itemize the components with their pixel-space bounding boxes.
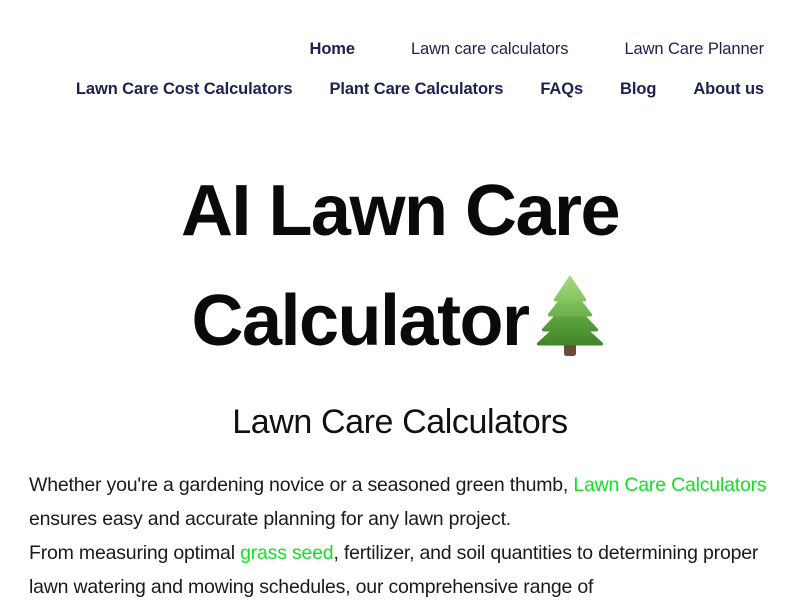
nav-row-secondary: Lawn Care Cost Calculators Plant Care Ca…	[0, 74, 800, 104]
intro-paragraph: Whether you're a gardening novice or a s…	[29, 468, 770, 536]
nav-item-lawn-care-cost-calculators[interactable]: Lawn Care Cost Calculators	[76, 81, 293, 98]
nav-item-plant-care-calculators[interactable]: Plant Care Calculators	[329, 81, 503, 98]
intro-text-segment-2: ensures easy and accurate planning for a…	[29, 508, 512, 530]
intro-text-segment-3: From measuring optimal	[29, 542, 241, 564]
page-title-line-2: Calculator	[191, 281, 530, 361]
intro-paragraph-2: From measuring optimal grass seed, ferti…	[29, 536, 770, 600]
main-navigation: Home Lawn care calculators Lawn Care Pla…	[0, 0, 800, 104]
page-title: AI Lawn Care Calculator	[0, 156, 800, 376]
page-root: Home Lawn care calculators Lawn Care Pla…	[0, 0, 800, 600]
section-subheading: Lawn Care Calculators	[232, 403, 568, 441]
nav-item-lawn-care-planner[interactable]: Lawn Care Planner	[624, 41, 764, 58]
evergreen-tree-icon	[531, 273, 609, 359]
link-lawn-care-calculators[interactable]: Lawn Care Calculators	[573, 474, 766, 496]
nav-item-home[interactable]: Home	[310, 41, 356, 58]
nav-item-blog[interactable]: Blog	[620, 81, 656, 98]
intro-text-segment-1: Whether you're a gardening novice or a s…	[29, 474, 574, 496]
nav-item-about-us[interactable]: About us	[693, 81, 764, 98]
page-title-line-1: AI Lawn Care	[180, 171, 621, 251]
intro-paragraph-block: Whether you're a gardening novice or a s…	[0, 468, 800, 600]
nav-item-lawn-care-calculators[interactable]: Lawn care calculators	[411, 41, 569, 58]
link-grass-seed[interactable]: grass seed	[240, 542, 334, 564]
nav-row-primary: Home Lawn care calculators Lawn Care Pla…	[0, 34, 800, 64]
nav-item-faqs[interactable]: FAQs	[540, 81, 583, 98]
